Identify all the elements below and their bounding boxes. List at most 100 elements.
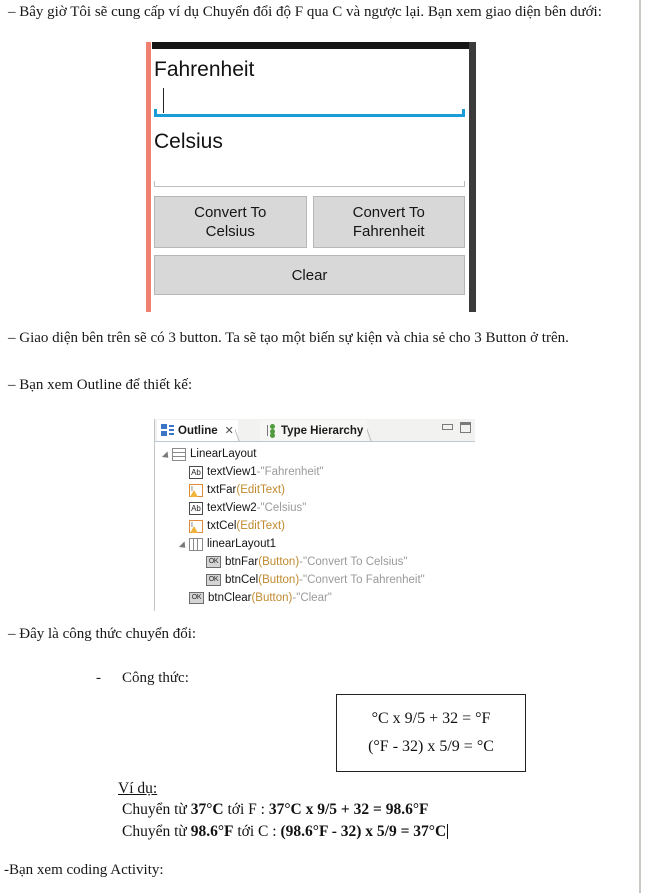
convert-to-celsius-label-line2: Celsius (205, 223, 255, 240)
button-icon: OK (189, 592, 204, 604)
tab-divider (367, 420, 393, 441)
tab-type-hierarchy[interactable]: Type Hierarchy (260, 420, 368, 441)
convert-to-fahrenheit-button[interactable]: Convert To Fahrenheit (312, 196, 465, 248)
outline-node-name: textView2 (207, 502, 257, 514)
outline-node-type: (EditText) (236, 484, 285, 496)
example-line-1-prefix: Chuyển từ (122, 801, 191, 818)
tab-type-hierarchy-label: Type Hierarchy (281, 424, 364, 437)
convert-to-fahrenheit-label-line1: Convert To (352, 203, 425, 221)
outline-node-name: btnFar (225, 556, 259, 568)
outline-tree-row[interactable]: LinearLayout (155, 445, 475, 463)
input-fill (154, 85, 465, 109)
mockup-screen: Fahrenheit Celsius Convert To Celsius Co… (151, 49, 469, 312)
tab-outline[interactable]: Outline ✕ (157, 420, 238, 441)
textview-icon: Ab (189, 465, 203, 479)
convert-to-celsius-button[interactable]: Convert To Celsius (154, 196, 307, 248)
outline-tree-row[interactable]: ItxtCel (EditText) (155, 517, 475, 535)
button-icon: OK (206, 556, 221, 568)
outline-node-name: btnClear (208, 592, 252, 604)
type-hierarchy-icon (264, 424, 277, 438)
document-page: – Bây giờ Tôi sẽ cung cấp ví dụ Chuyển đ… (0, 0, 650, 893)
text-caret-icon (163, 88, 164, 113)
formula-box: °C x 9/5 + 32 = °F (°F - 32) x 5/9 = °C (336, 694, 526, 772)
edittext-warning-icon: I (189, 483, 203, 497)
outline-node-text: "Clear" (296, 592, 332, 604)
outline-icon (161, 424, 174, 437)
outline-tree-row[interactable]: linearLayout1 (155, 535, 475, 553)
example-block: Ví dụ: Chuyển từ 37°C tới F : 37°C x 9/5… (118, 780, 449, 843)
page-right-padding (641, 0, 650, 893)
example-line-1-value-2: 37°C x 9/5 + 32 = 98.6°F (268, 801, 429, 818)
bullet-cong-thuc: - Công thức: (96, 670, 396, 687)
expand-arrow-icon[interactable] (163, 450, 172, 459)
linear-layout-horizontal-icon (189, 537, 203, 551)
example-line-2: Chuyển từ 98.6°F tới C : (98.6°F - 32) x… (122, 821, 449, 843)
formula-line-1: °C x 9/5 + 32 = °F (371, 710, 491, 727)
outline-node-name: LinearLayout (190, 448, 257, 460)
outline-node-name: textView1 (207, 466, 257, 478)
bullet-cong-thuc-label: Công thức: (122, 670, 189, 686)
outline-tab-bar: Outline ✕ Type Hierarchy (155, 419, 475, 442)
label-fahrenheit: Fahrenheit (154, 58, 255, 81)
example-line-1-mid: tới F : (223, 801, 269, 818)
clear-button[interactable]: Clear (154, 255, 465, 295)
formula-line-2: (°F - 32) x 5/9 = °C (368, 738, 494, 755)
example-line-2-value-1: 98.6°F (190, 822, 234, 840)
minimize-icon[interactable] (442, 424, 453, 430)
example-line-2-value-2: (98.6°F - 32) x 5/9 = 37°C (280, 822, 447, 840)
outline-tree-row[interactable]: ItxtFar (EditText) (155, 481, 475, 499)
example-line-1: Chuyển từ 37°C tới F : 37°C x 9/5 + 32 =… (122, 799, 448, 821)
outline-node-text: "Celsius" (260, 502, 307, 514)
outline-tree-row[interactable]: OK btnCel (Button) - "Convert To Fahrenhe… (155, 571, 475, 589)
paragraph-coding: -Bạn xem coding Activity: (4, 862, 164, 878)
convert-to-fahrenheit-label-line2: Fahrenheit (352, 223, 425, 240)
outline-node-type: (Button) (251, 592, 293, 604)
tab-outline-label: Outline (178, 424, 218, 437)
clear-button-label: Clear (291, 266, 328, 284)
outline-node-name: txtCel (207, 520, 237, 532)
paragraph-outline: – Bạn xem Outline để thiết kế: (8, 377, 193, 393)
paragraph-intro: – Bây giờ Tôi sẽ cung cấp ví dụ Chuyển đ… (8, 4, 602, 20)
outline-tree-row[interactable]: OK btnFar (Button) - "Convert To Celsius" (155, 553, 475, 571)
page-right-rule (639, 0, 641, 893)
maximize-icon[interactable] (460, 422, 471, 433)
celsius-input[interactable] (154, 157, 465, 187)
example-line-1-value-1: 37°C (190, 801, 224, 818)
outline-tree-row[interactable]: OK btnClear (Button) - "Clear" (155, 589, 475, 607)
outline-node-name: linearLayout1 (207, 538, 277, 550)
outline-node-text: "Fahrenheit" (260, 466, 324, 478)
example-title: Ví dụ: (118, 780, 158, 797)
outline-tree-row[interactable]: Ab textView1 - "Fahrenheit" (155, 463, 475, 481)
outline-node-type: (EditText) (236, 520, 285, 532)
outline-tree-row[interactable]: Ab textView2 - "Celsius" (155, 499, 475, 517)
eclipse-outline-view: Outline ✕ Type Hierarchy LinearLayout Ab t… (154, 419, 475, 611)
close-icon[interactable]: ✕ (225, 424, 234, 437)
tab-divider (235, 420, 261, 441)
input-fill (154, 157, 465, 181)
expand-arrow-icon[interactable] (180, 540, 189, 549)
button-icon: OK (206, 574, 221, 586)
textview-icon: Ab (189, 501, 203, 515)
outline-node-name: txtFar (207, 484, 237, 496)
outline-node-name: btnCel (225, 574, 259, 586)
android-app-mockup: Fahrenheit Celsius Convert To Celsius Co… (146, 42, 476, 312)
fahrenheit-input[interactable] (154, 85, 465, 117)
outline-tree[interactable]: LinearLayout Ab textView1 - "Fahrenheit" It… (155, 442, 475, 611)
mockup-button-row: Convert To Celsius Convert To Fahrenheit (154, 196, 465, 248)
example-line-2-prefix: Chuyển từ (122, 822, 191, 840)
paragraph-three-buttons: – Giao diện bên trên sẽ có 3 button. Ta … (8, 330, 569, 346)
outline-node-text: "Convert To Celsius" (303, 556, 408, 568)
outline-node-type: (Button) (258, 556, 300, 568)
outline-window-buttons (442, 422, 471, 433)
edittext-warning-icon: I (189, 519, 203, 533)
outline-node-type: (Button) (258, 574, 300, 586)
bullet-dash: - (96, 670, 101, 686)
mockup-right-frame-bar (469, 42, 476, 312)
